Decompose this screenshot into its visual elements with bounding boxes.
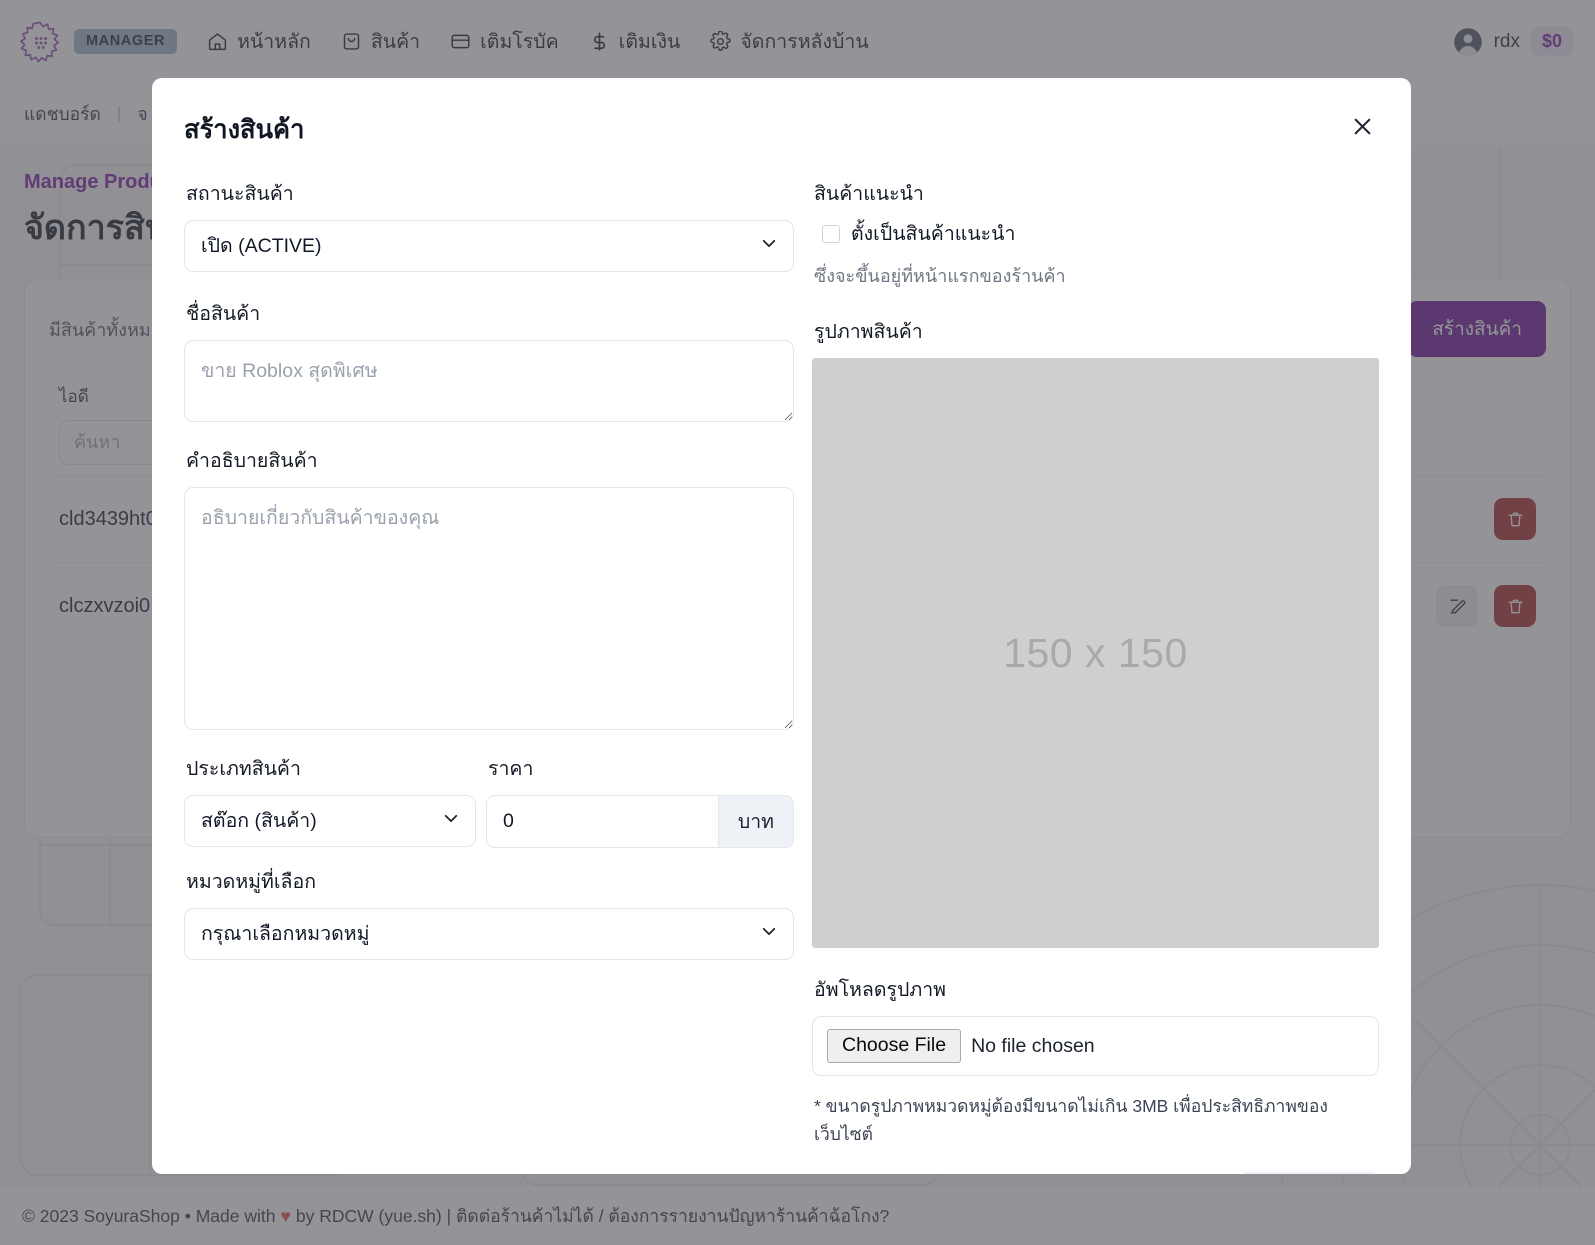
upload-size-note: * ขนาดรูปภาพหมวดหมู่ต้องมีขนาดไม่เกิน 3M… (814, 1096, 1328, 1144)
submit-create-product-button[interactable]: สร้างสินค้า (1238, 1172, 1379, 1174)
file-input-wrap[interactable]: Choose File No file chosen (812, 1016, 1379, 1076)
type-select-wrap: สต๊อก (สินค้า) (184, 795, 476, 847)
product-type-select[interactable]: สต๊อก (สินค้า) (184, 795, 476, 847)
modal-header: สร้างสินค้า (184, 110, 1379, 150)
upload-image-label: อัพโหลดรูปภาพ (814, 979, 947, 1001)
featured-checkbox-row[interactable]: ตั้งเป็นสินค้าแนะนำ (822, 218, 1379, 249)
featured-checkbox-label: ตั้งเป็นสินค้าแนะนำ (851, 223, 1016, 245)
modal-title: สร้างสินค้า (184, 116, 305, 144)
price-label: ราคา (488, 758, 534, 780)
modal-footer: สร้างสินค้า (184, 1172, 1379, 1174)
modal-right-column: สินค้าแนะนำ ตั้งเป็นสินค้าแนะนำ ซึ่งจะขึ… (812, 178, 1379, 1148)
product-image-placeholder: 150 x 150 (812, 358, 1379, 948)
status-select-wrap: เปิด (ACTIVE) (184, 220, 794, 272)
product-type-label: ประเภทสินค้า (186, 758, 301, 780)
category-select[interactable]: กรุณาเลือกหมวดหมู่ (184, 908, 794, 960)
price-field: ราคา บาท (486, 753, 794, 848)
featured-label: สินค้าแนะนำ (814, 183, 924, 205)
product-description-input[interactable] (184, 487, 794, 730)
modal-left-column: สถานะสินค้า เปิด (ACTIVE) ชื่อสินค้า คำอ… (184, 178, 794, 1148)
type-field: ประเภทสินค้า สต๊อก (สินค้า) (184, 753, 476, 848)
type-price-row: ประเภทสินค้า สต๊อก (สินค้า) ราคา 0 บาท (184, 753, 794, 848)
category-select-wrap: กรุณาเลือกหมวดหมู่ (184, 908, 794, 960)
status-label: สถานะสินค้า (186, 183, 294, 205)
product-description-label: คำอธิบายสินค้า (186, 450, 318, 472)
choose-file-button[interactable]: Choose File (827, 1029, 962, 1063)
product-name-label: ชื่อสินค้า (186, 303, 261, 325)
product-image-label: รูปภาพสินค้า (814, 321, 923, 343)
create-product-modal: สร้างสินค้า สถานะสินค้า เปิด (ACTIVE) ชื… (152, 78, 1411, 1174)
price-input[interactable] (486, 795, 719, 848)
status-select[interactable]: เปิด (ACTIVE) (184, 220, 794, 272)
featured-checkbox[interactable] (822, 224, 840, 243)
product-name-input[interactable] (184, 340, 794, 422)
featured-hint: ซึ่งจะขึ้นอยู่ที่หน้าแรกของร้านค้า (814, 266, 1066, 286)
category-label: หมวดหมู่ที่เลือก (186, 871, 317, 893)
price-unit-addon: บาท (718, 795, 794, 848)
no-file-chosen-text: No file chosen (971, 1034, 1095, 1057)
price-input-group: บาท (486, 795, 794, 848)
close-icon[interactable] (1346, 110, 1379, 143)
modal-body: สถานะสินค้า เปิด (ACTIVE) ชื่อสินค้า คำอ… (184, 178, 1379, 1148)
